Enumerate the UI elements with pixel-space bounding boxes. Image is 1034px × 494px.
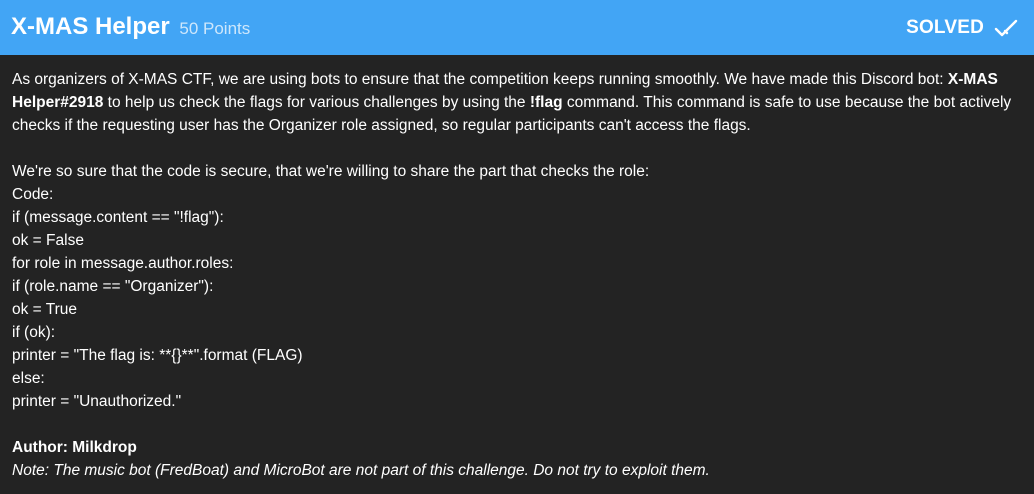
challenge-name: X-MAS Helper [11, 13, 170, 40]
code-line: if (role.name == "Organizer"): [12, 278, 214, 295]
solved-indicator: SOLVED [906, 14, 1018, 42]
challenge-description: As organizers of X-MAS CTF, we are using… [12, 68, 1024, 482]
code-intro: We're so sure that the code is secure, t… [12, 163, 650, 180]
code-line: printer = "The flag is: **{}**".format (… [12, 347, 303, 364]
description-text: As organizers of X-MAS CTF, we are using… [12, 71, 948, 88]
code-line: ok = False [12, 232, 84, 249]
code-line: else: [12, 370, 45, 387]
flag-command: !flag [529, 94, 563, 111]
challenge-title: X-MAS Helper 50 Points [11, 11, 250, 45]
challenge-card: X-MAS Helper 50 Points SOLVED As organiz… [0, 0, 1034, 494]
checkmark-icon [994, 19, 1018, 37]
code-line: ok = True [12, 301, 78, 318]
description-text: to help us check the flags for various c… [103, 94, 530, 111]
code-line: if (message.content == "!flag"): [12, 209, 224, 226]
code-line: if (ok): [12, 324, 56, 341]
challenge-note: Note: The music bot (FredBoat) and Micro… [12, 462, 710, 479]
author-name: Author: Milkdrop [12, 439, 137, 456]
code-line: printer = "Unauthorized." [12, 393, 182, 410]
challenge-points: 50 Points [179, 19, 251, 38]
code-line: for role in message.author.roles: [12, 255, 234, 272]
challenge-header[interactable]: X-MAS Helper 50 Points SOLVED [0, 0, 1034, 55]
author-line: Author: Milkdrop [12, 436, 1024, 459]
code-label: Code: [12, 186, 54, 203]
description-paragraph: As organizers of X-MAS CTF, we are using… [12, 68, 1024, 137]
solved-label: SOLVED [906, 17, 984, 38]
